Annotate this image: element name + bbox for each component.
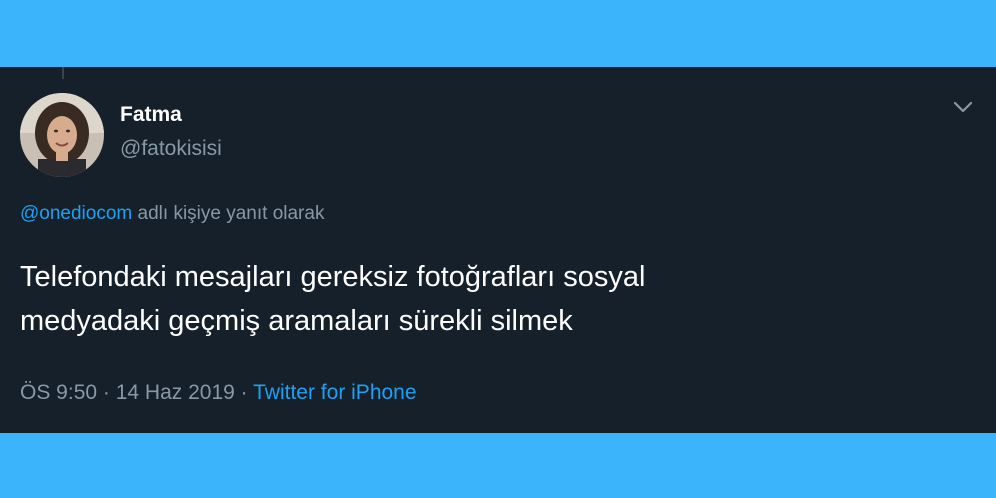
tweet-date[interactable]: 14 Haz 2019 [116, 381, 235, 404]
author-name[interactable]: Fatma [120, 103, 182, 127]
reply-context-label: adlı kişiye yanıt olarak [132, 203, 325, 224]
tweet-text-line: Telefondaki mesajları gereksiz fotoğrafl… [20, 261, 646, 293]
tweet-text-line: medyadaki geçmiş aramaları sürekli silme… [20, 305, 573, 337]
tweet-source-link[interactable]: Twitter for iPhone [253, 381, 416, 404]
author-handle[interactable]: @fatokisisi [120, 137, 222, 161]
tweet-card: Fatma @fatokisisi @onediocom adlı kişiye… [0, 67, 996, 433]
reply-mention-link[interactable]: @onediocom [20, 203, 132, 224]
chevron-down-icon[interactable] [950, 97, 976, 117]
tweet-time[interactable]: ÖS 9:50 [20, 381, 97, 404]
tweet-text: Telefondaki mesajları gereksiz fotoğrafl… [20, 255, 920, 343]
reply-context: @onediocom adlı kişiye yanıt olarak [20, 203, 324, 225]
avatar[interactable] [20, 93, 104, 177]
meta-separator: · [97, 381, 116, 404]
tweet-metadata: ÖS 9:50 · 14 Haz 2019 · Twitter for iPho… [20, 381, 417, 405]
thread-connector-line [62, 67, 64, 79]
meta-separator: · [234, 381, 254, 404]
